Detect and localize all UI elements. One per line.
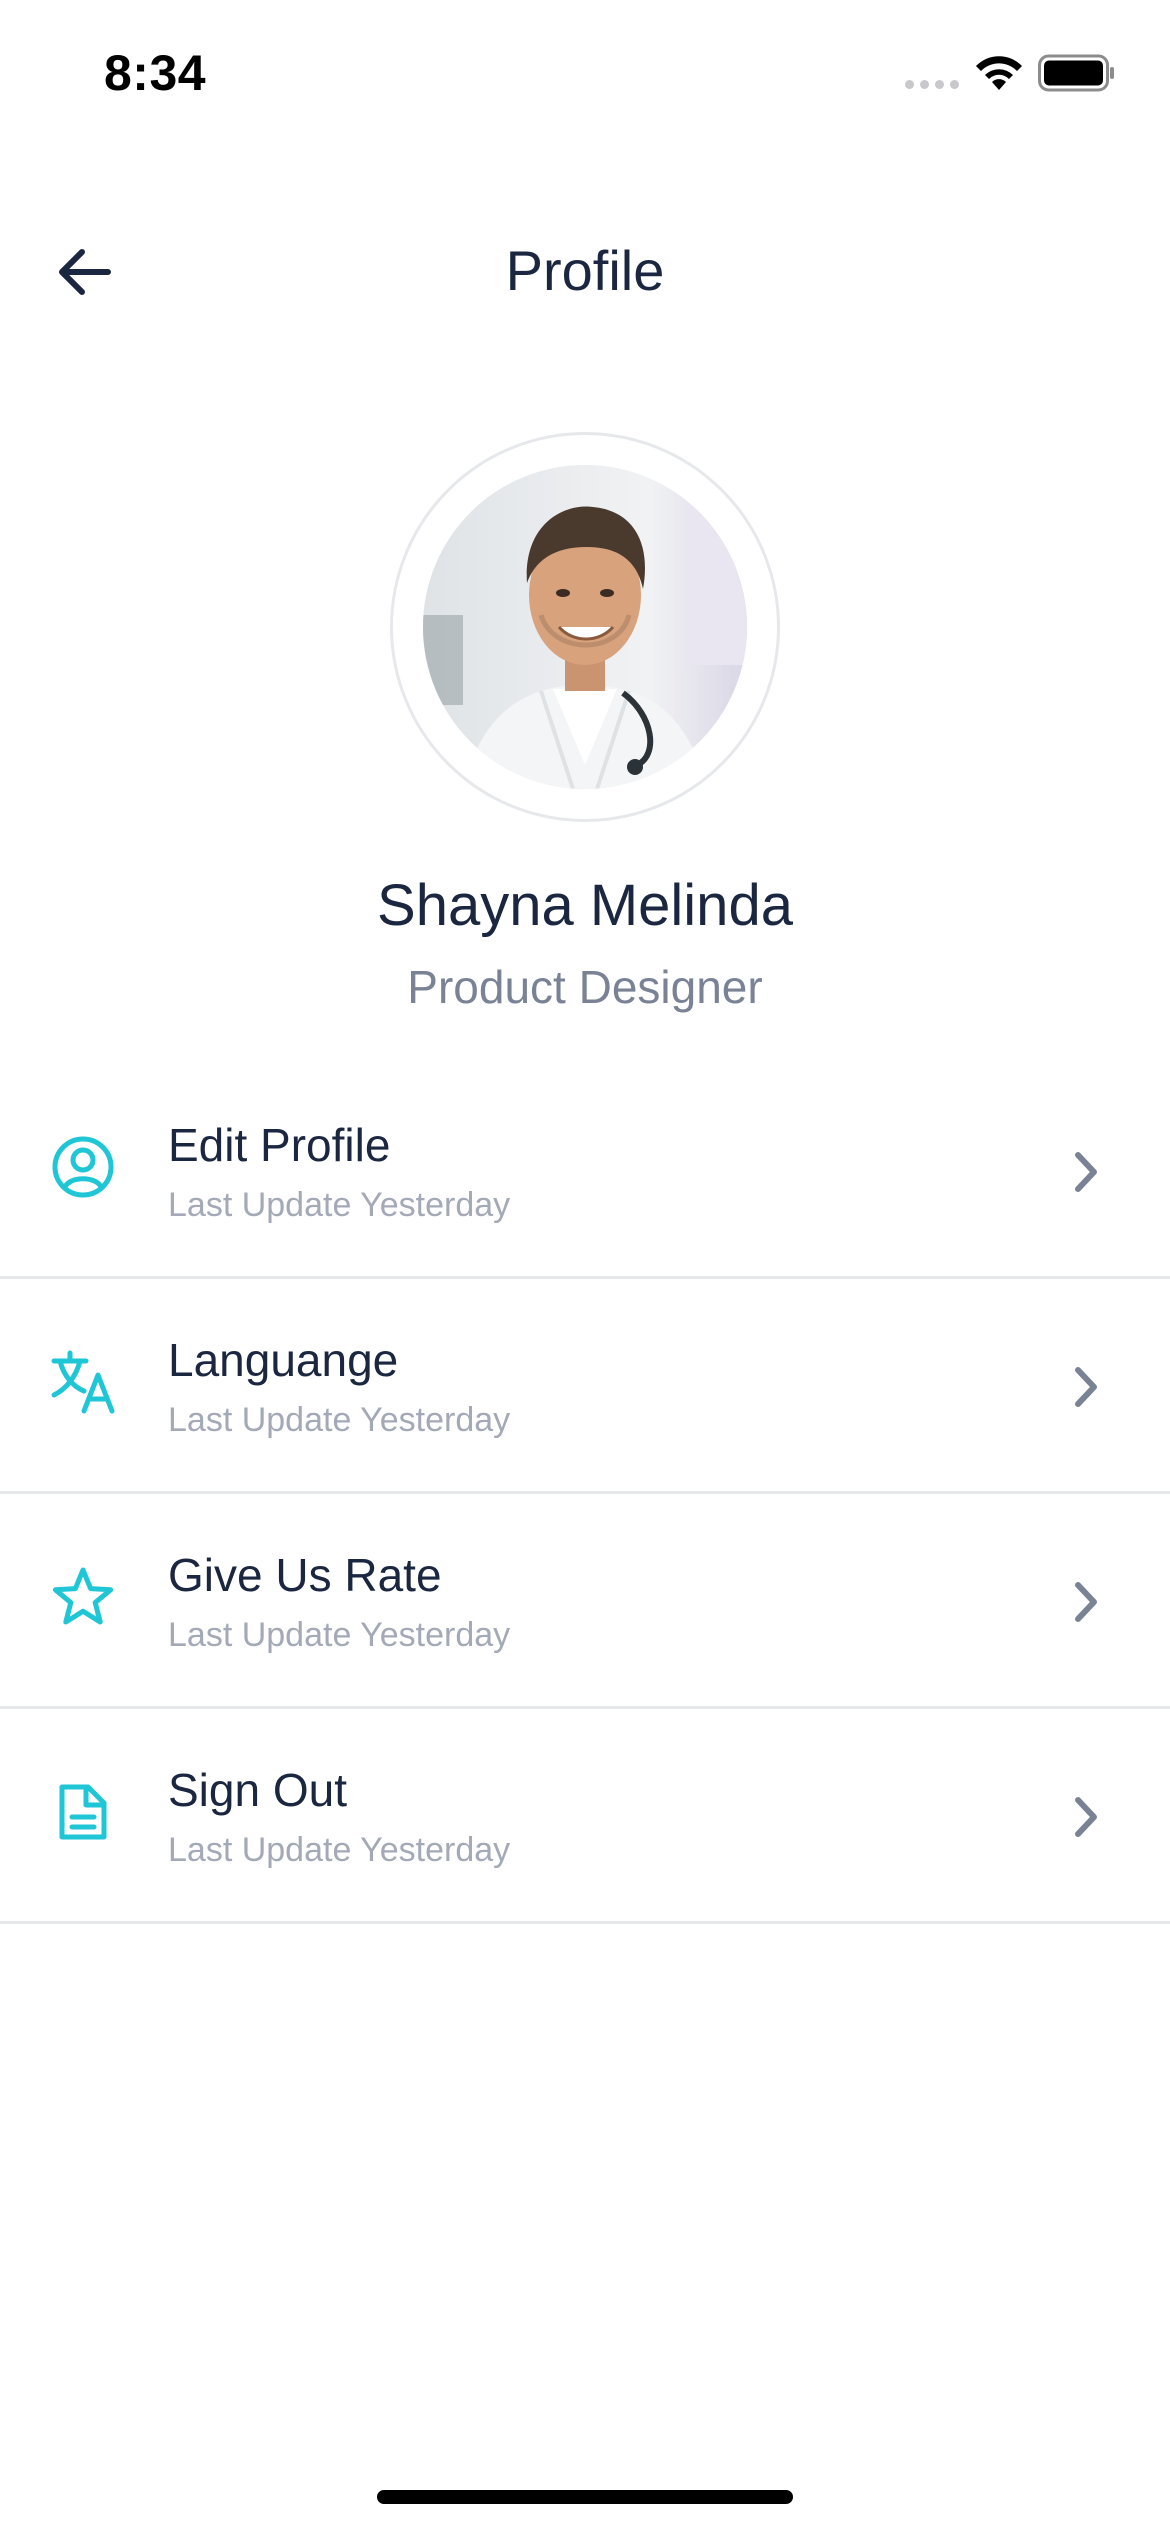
page-title: Profile	[505, 239, 665, 302]
document-icon	[50, 1779, 116, 1845]
chevron-right-icon	[1075, 1367, 1097, 1407]
menu-item-rate[interactable]: Give Us Rate Last Update Yesterday	[0, 1494, 1170, 1709]
profile-screen: 8:34 Profile Shayna Melinda Product Desi…	[0, 0, 1170, 2532]
menu-item-title: Give Us Rate	[168, 1549, 442, 1601]
user-circle-icon	[50, 1134, 116, 1200]
menu-item-title: Edit Profile	[168, 1119, 391, 1171]
cellular-signal-icon	[905, 80, 959, 89]
menu-item-subtitle: Last Update Yesterday	[168, 1186, 511, 1224]
avatar-photo	[423, 465, 747, 789]
avatar[interactable]	[423, 465, 747, 789]
chevron-right-icon	[1075, 1582, 1097, 1622]
home-indicator[interactable]	[377, 2490, 793, 2504]
menu-item-sign-out[interactable]: Sign Out Last Update Yesterday	[0, 1709, 1170, 1924]
menu-item-subtitle: Last Update Yesterday	[168, 1831, 511, 1869]
menu-item-subtitle: Last Update Yesterday	[168, 1616, 511, 1654]
avatar-ring	[390, 432, 780, 822]
profile-menu: Edit Profile Last Update Yesterday Langu…	[0, 1064, 1170, 1924]
menu-item-language[interactable]: Languange Last Update Yesterday	[0, 1279, 1170, 1494]
status-time: 8:34	[104, 45, 207, 101]
star-icon	[50, 1564, 116, 1630]
menu-item-subtitle: Last Update Yesterday	[168, 1401, 511, 1439]
menu-item-title: Sign Out	[168, 1764, 347, 1816]
menu-item-title: Languange	[168, 1334, 399, 1386]
navigation-bar: Profile	[0, 210, 1170, 330]
status-bar: 8:34	[0, 0, 1170, 150]
menu-item-edit-profile[interactable]: Edit Profile Last Update Yesterday	[0, 1064, 1170, 1279]
chevron-right-icon	[1075, 1797, 1097, 1837]
wifi-icon	[976, 56, 1022, 90]
chevron-right-icon	[1075, 1152, 1097, 1192]
user-name: Shayna Melinda	[377, 873, 793, 938]
user-role: Product Designer	[407, 961, 763, 1013]
battery-icon	[1038, 54, 1114, 92]
translate-icon	[50, 1349, 116, 1415]
